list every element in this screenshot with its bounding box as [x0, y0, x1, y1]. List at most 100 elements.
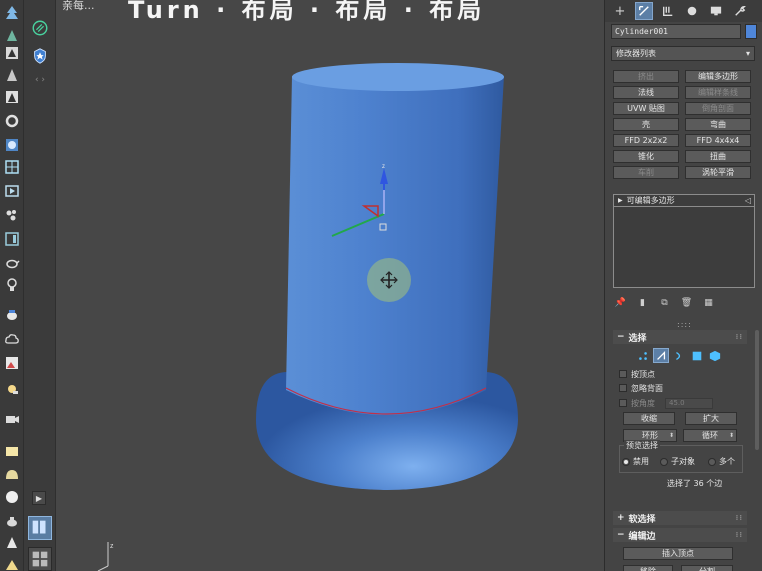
cone-icon[interactable] [3, 66, 21, 84]
preview-multi-radio[interactable] [708, 457, 716, 466]
polygon-level-icon[interactable] [689, 348, 705, 363]
media-icon[interactable] [3, 182, 21, 200]
layout-button-active[interactable] [28, 516, 52, 540]
preview-multi-option[interactable]: 多个 [708, 456, 735, 467]
modifier-button[interactable]: 涡轮平滑 [685, 166, 751, 179]
modifier-button[interactable]: FFD 2x2x2 [613, 134, 679, 147]
camera-icon[interactable] [3, 410, 21, 428]
book-icon[interactable] [3, 44, 21, 62]
modifier-button[interactable]: FFD 4x4x4 [685, 134, 751, 147]
preview-subobject-option[interactable]: 子对象 [660, 456, 695, 467]
svg-text:z: z [382, 164, 385, 170]
viewport-label[interactable]: 亲每... [62, 0, 95, 13]
loop-spinner-icon[interactable]: ⬍ [729, 430, 734, 441]
modifier-button[interactable]: 弯曲 [685, 118, 751, 131]
render-teapot-icon[interactable] [3, 306, 21, 324]
pyramid-primitive-icon[interactable] [3, 555, 21, 571]
box-primitive-icon[interactable] [3, 442, 21, 460]
modifier-list-dropdown[interactable]: 修改器列表 ▾ [611, 46, 755, 61]
tree-icon[interactable] [3, 4, 21, 22]
ring-spinner-icon[interactable]: ⬍ [669, 430, 674, 441]
create-tab-icon[interactable]: + [611, 2, 629, 20]
scene-tools-column: ‹ › ▶ [24, 0, 56, 571]
border-level-icon[interactable] [671, 348, 687, 363]
light-icon[interactable] [3, 380, 21, 398]
display-tab-icon[interactable] [707, 2, 725, 20]
shrink-button[interactable]: 收缩 [623, 412, 675, 425]
hemisphere-icon[interactable] [3, 466, 21, 484]
modifier-button[interactable]: 法线 [613, 86, 679, 99]
pin-stack-icon[interactable]: 📌 [615, 298, 626, 309]
preview-off-radio[interactable] [622, 457, 630, 466]
edge-level-icon[interactable] [653, 348, 669, 363]
element-level-icon[interactable] [707, 348, 723, 363]
modifier-button[interactable]: 壳 [613, 118, 679, 131]
modifier-button[interactable]: 挤出 [613, 70, 679, 83]
panel-scrollbar[interactable] [755, 330, 759, 450]
by-vertex-option[interactable]: 按顶点 [619, 368, 655, 380]
modifier-button[interactable]: 倒角剖面 [685, 102, 751, 115]
expand-triangle-icon[interactable]: ▶ [618, 197, 623, 204]
expand-arrow-button[interactable]: ▶ [32, 491, 46, 505]
modifier-button[interactable]: 锥化 [613, 150, 679, 163]
teapot-icon[interactable] [3, 254, 21, 272]
stack-item-editable-poly[interactable]: ▶ 可编辑多边形 ◁ [614, 195, 754, 207]
modifier-button[interactable]: 编辑样条线 [685, 86, 751, 99]
grow-button[interactable]: 扩大 [685, 412, 737, 425]
nav-arrows-icon[interactable]: ‹ › [30, 70, 50, 90]
ring-icon[interactable] [3, 112, 21, 130]
hierarchy-tab-icon[interactable] [659, 2, 677, 20]
split-button[interactable]: 分割 [681, 565, 733, 571]
insert-vertex-button[interactable]: 插入顶点 [623, 547, 733, 560]
ignore-backfacing-checkbox[interactable] [619, 384, 627, 392]
sphere-primitive-icon[interactable] [3, 488, 21, 506]
remove-modifier-icon[interactable]: 🗑 [681, 298, 692, 309]
particles-icon[interactable] [3, 206, 21, 224]
plant-icon[interactable] [3, 26, 21, 44]
panel-icon[interactable] [3, 230, 21, 248]
utilities-tab-icon[interactable] [731, 2, 749, 20]
stack-tools-row: 📌 ▮ ⧉ 🗑 ▦ [615, 296, 753, 310]
configure-sets-icon[interactable]: ▦ [703, 298, 714, 309]
collapse-arrow-icon[interactable]: ◁ [745, 196, 751, 205]
preview-off-option[interactable]: 禁用 [622, 456, 649, 467]
loop-button[interactable]: 循环 ⬍ [683, 429, 737, 442]
bulb-icon[interactable] [3, 276, 21, 294]
motion-tab-icon[interactable] [683, 2, 701, 20]
cone-primitive-icon[interactable] [3, 534, 21, 552]
modifier-button[interactable]: UVW 贴图 [613, 102, 679, 115]
panel-divider[interactable]: :::: [677, 320, 692, 329]
show-end-result-icon[interactable]: ▮ [637, 298, 648, 309]
remove-button[interactable]: 移除 [623, 565, 673, 571]
modifier-button[interactable]: 编辑多边形 [685, 70, 751, 83]
sphere-map-icon[interactable] [3, 136, 21, 154]
frame-icon[interactable] [3, 158, 21, 176]
modifier-stack[interactable]: ▶ 可编辑多边形 ◁ [613, 194, 755, 288]
object-color-swatch[interactable] [745, 24, 757, 39]
modify-tab-icon[interactable] [635, 2, 653, 20]
edit-edges-rollout-header[interactable]: − 编辑边 ⁞⁞ [613, 528, 747, 542]
preview-subobject-radio[interactable] [660, 457, 668, 466]
object-name-field[interactable]: Cylinder001 [611, 24, 741, 39]
make-unique-icon[interactable]: ⧉ [659, 298, 670, 309]
image-icon[interactable] [3, 354, 21, 372]
modifier-button[interactable]: 车削 [613, 166, 679, 179]
by-angle-option[interactable]: 按角度 45.0 [619, 397, 713, 409]
app-window: ‹ › ▶ z z 亲每... Turn · 布局 · 布局 · 布局 + Cy… [0, 0, 762, 571]
selection-rollout-header[interactable]: − 选择 ⁞⁞ [613, 330, 747, 344]
layout-button[interactable] [28, 547, 52, 571]
modifier-button[interactable]: 扭曲 [685, 150, 751, 163]
shading-toggle-icon[interactable] [30, 18, 50, 38]
shield-icon[interactable] [30, 46, 50, 66]
vertex-level-icon[interactable] [635, 348, 651, 363]
scene-canvas[interactable]: z z [56, 0, 604, 571]
by-vertex-checkbox[interactable] [619, 370, 627, 378]
figure-icon[interactable] [3, 88, 21, 106]
ignore-backfacing-option[interactable]: 忽略背面 [619, 382, 663, 394]
soft-selection-rollout-header[interactable]: + 软选择 ⁞⁞ [613, 511, 747, 525]
by-angle-checkbox[interactable] [619, 399, 627, 407]
angle-spinner[interactable]: 45.0 [665, 397, 713, 409]
cloud-icon[interactable] [3, 330, 21, 348]
perspective-viewport[interactable]: z z 亲每... Turn · 布局 · 布局 · 布局 [56, 0, 604, 571]
teapot-primitive-icon[interactable] [3, 512, 21, 530]
